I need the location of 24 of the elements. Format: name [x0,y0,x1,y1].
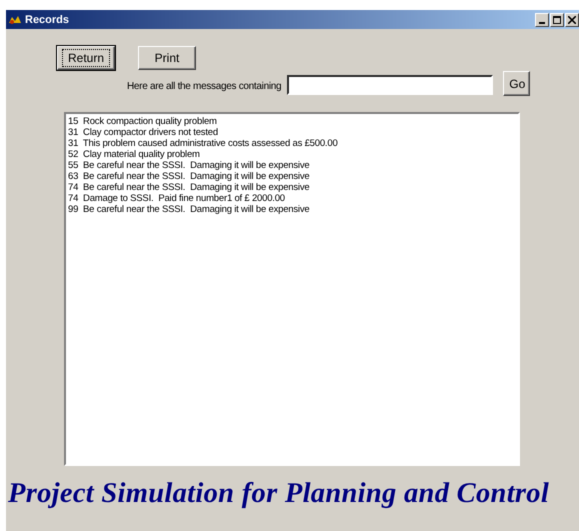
message-item[interactable]: 15 Rock compaction quality problem [68,116,217,127]
message-list[interactable] [64,112,520,466]
close-icon [568,16,576,24]
message-item[interactable]: 74 Damage to SSSI. Paid fine number1 of £ 2000.00 [68,193,285,204]
close-button[interactable] [565,12,579,26]
app-icon [8,14,22,24]
message-item[interactable]: 31 Clay compactor drivers not tested [68,127,218,138]
minimize-button[interactable] [535,12,549,26]
search-label: Here are all the messages containing [127,81,282,92]
message-item[interactable]: 63 Be careful near the SSSI. Damaging it will be expensive [68,171,310,182]
message-item[interactable]: 74 Be careful near the SSSI. Damaging it will be expensive [68,182,310,193]
window-title: Records [25,14,70,26]
minimize-icon [539,22,545,24]
message-item[interactable]: 31 This problem caused administrative costs assessed as £500.00 [68,138,338,149]
search-field[interactable] [287,75,494,95]
message-item[interactable]: 52 Clay material quality problem [68,149,200,160]
return-button[interactable]: Return [57,46,115,70]
message-item[interactable]: 99 Be careful near the SSSI. Damaging it will be expensive [68,204,310,215]
print-button[interactable]: Print [138,46,196,70]
maximize-icon [553,16,561,24]
banner-title: Project Simulation for Planning and Control [8,478,550,510]
message-item[interactable]: 55 Be careful near the SSSI. Damaging it will be expensive [68,160,310,171]
maximize-button[interactable] [550,12,564,26]
go-button[interactable]: Go [503,71,530,96]
